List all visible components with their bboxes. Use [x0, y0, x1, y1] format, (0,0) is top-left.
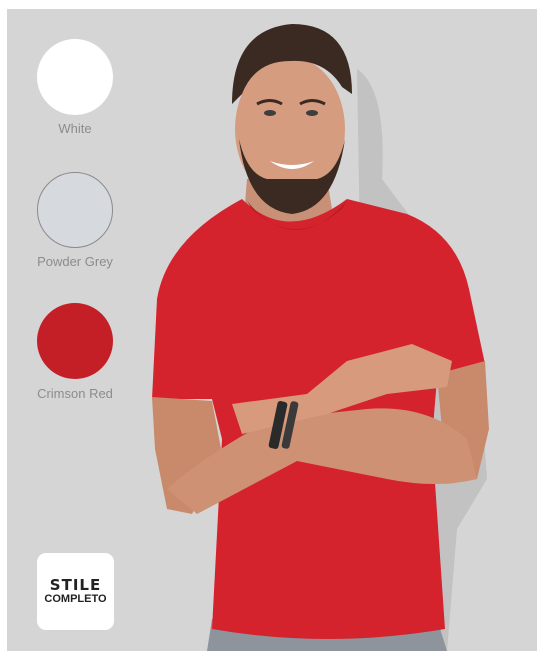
swatch-white[interactable] — [37, 39, 113, 115]
badge-line-1: STILE — [49, 576, 102, 594]
swatch-label-powder-grey: Powder Grey — [37, 254, 113, 269]
swatch-crimson-red[interactable] — [37, 303, 113, 379]
swatch-label-white: White — [58, 121, 92, 136]
stile-completo-badge: STILE COMPLETO — [37, 553, 114, 630]
swatch-label-crimson-red: Crimson Red — [37, 386, 113, 401]
swatch-powder-grey[interactable] — [37, 172, 113, 248]
badge-line-2: COMPLETO — [44, 593, 107, 605]
product-image-frame: White Powder Grey Crimson Red STILE COMP… — [7, 9, 537, 651]
